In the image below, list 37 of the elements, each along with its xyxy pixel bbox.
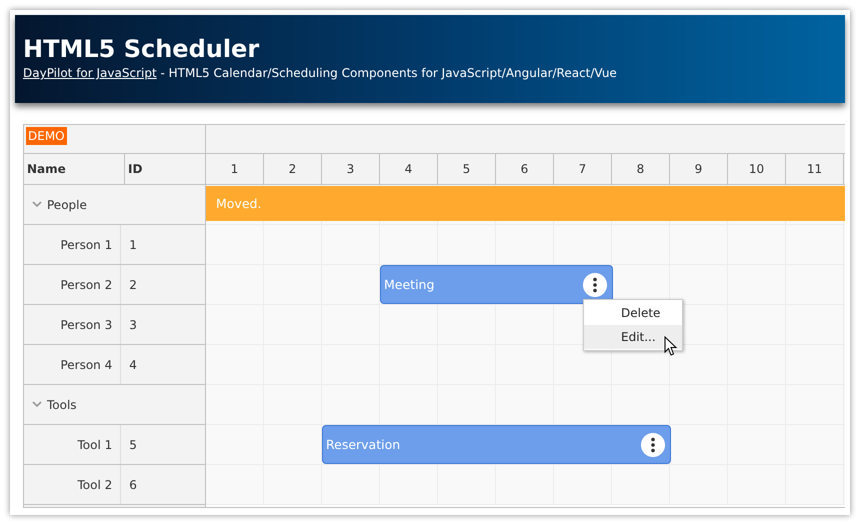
- resource-name: Tool 2: [24, 465, 122, 504]
- resource-id: 3: [128, 316, 138, 334]
- resource-name: Person 2: [24, 265, 122, 304]
- day-header: 6: [496, 154, 554, 184]
- day-header: 4: [380, 154, 438, 184]
- chevron-icon[interactable]: [32, 201, 42, 208]
- more-icon[interactable]: [583, 273, 607, 297]
- day-header: 11: [786, 154, 844, 184]
- resource-id: 6: [128, 476, 138, 494]
- day-header: 2: [264, 154, 322, 184]
- group-name: Tools: [47, 398, 77, 412]
- resource-id: 2: [128, 276, 138, 294]
- column-header: ID: [127, 161, 144, 178]
- day-header: 7: [554, 154, 612, 184]
- menu-item[interactable]: Edit...: [584, 325, 682, 349]
- resource-name: Tool 1: [24, 425, 122, 464]
- group-name: People: [47, 198, 87, 212]
- column-header: Name: [24, 154, 125, 184]
- resource-id: 1: [128, 236, 138, 254]
- day-header: 9: [670, 154, 728, 184]
- day-header: 10: [728, 154, 786, 184]
- chevron-icon[interactable]: [32, 401, 42, 408]
- menu-item[interactable]: Delete: [584, 301, 682, 325]
- day-header: 5: [438, 154, 496, 184]
- day-header: 3: [322, 154, 380, 184]
- resource-name: Person 1: [24, 225, 122, 264]
- link[interactable]: DayPilot for JavaScript: [23, 66, 157, 80]
- resource-name: Person 3: [24, 305, 122, 344]
- tagline: - HTML5 Calendar/Scheduling Components for JavaScript/Angular/React/Vue: [159, 66, 617, 80]
- more-icon[interactable]: [641, 433, 665, 457]
- page-title: HTML5 Scheduler: [23, 35, 260, 63]
- resource-id: 5: [128, 436, 138, 454]
- day-header: 1: [206, 154, 264, 184]
- resource-id: 4: [128, 356, 138, 374]
- day-header: 8: [612, 154, 670, 184]
- demo-badge: DEMO: [26, 127, 67, 145]
- resource-name: Person 4: [24, 345, 122, 384]
